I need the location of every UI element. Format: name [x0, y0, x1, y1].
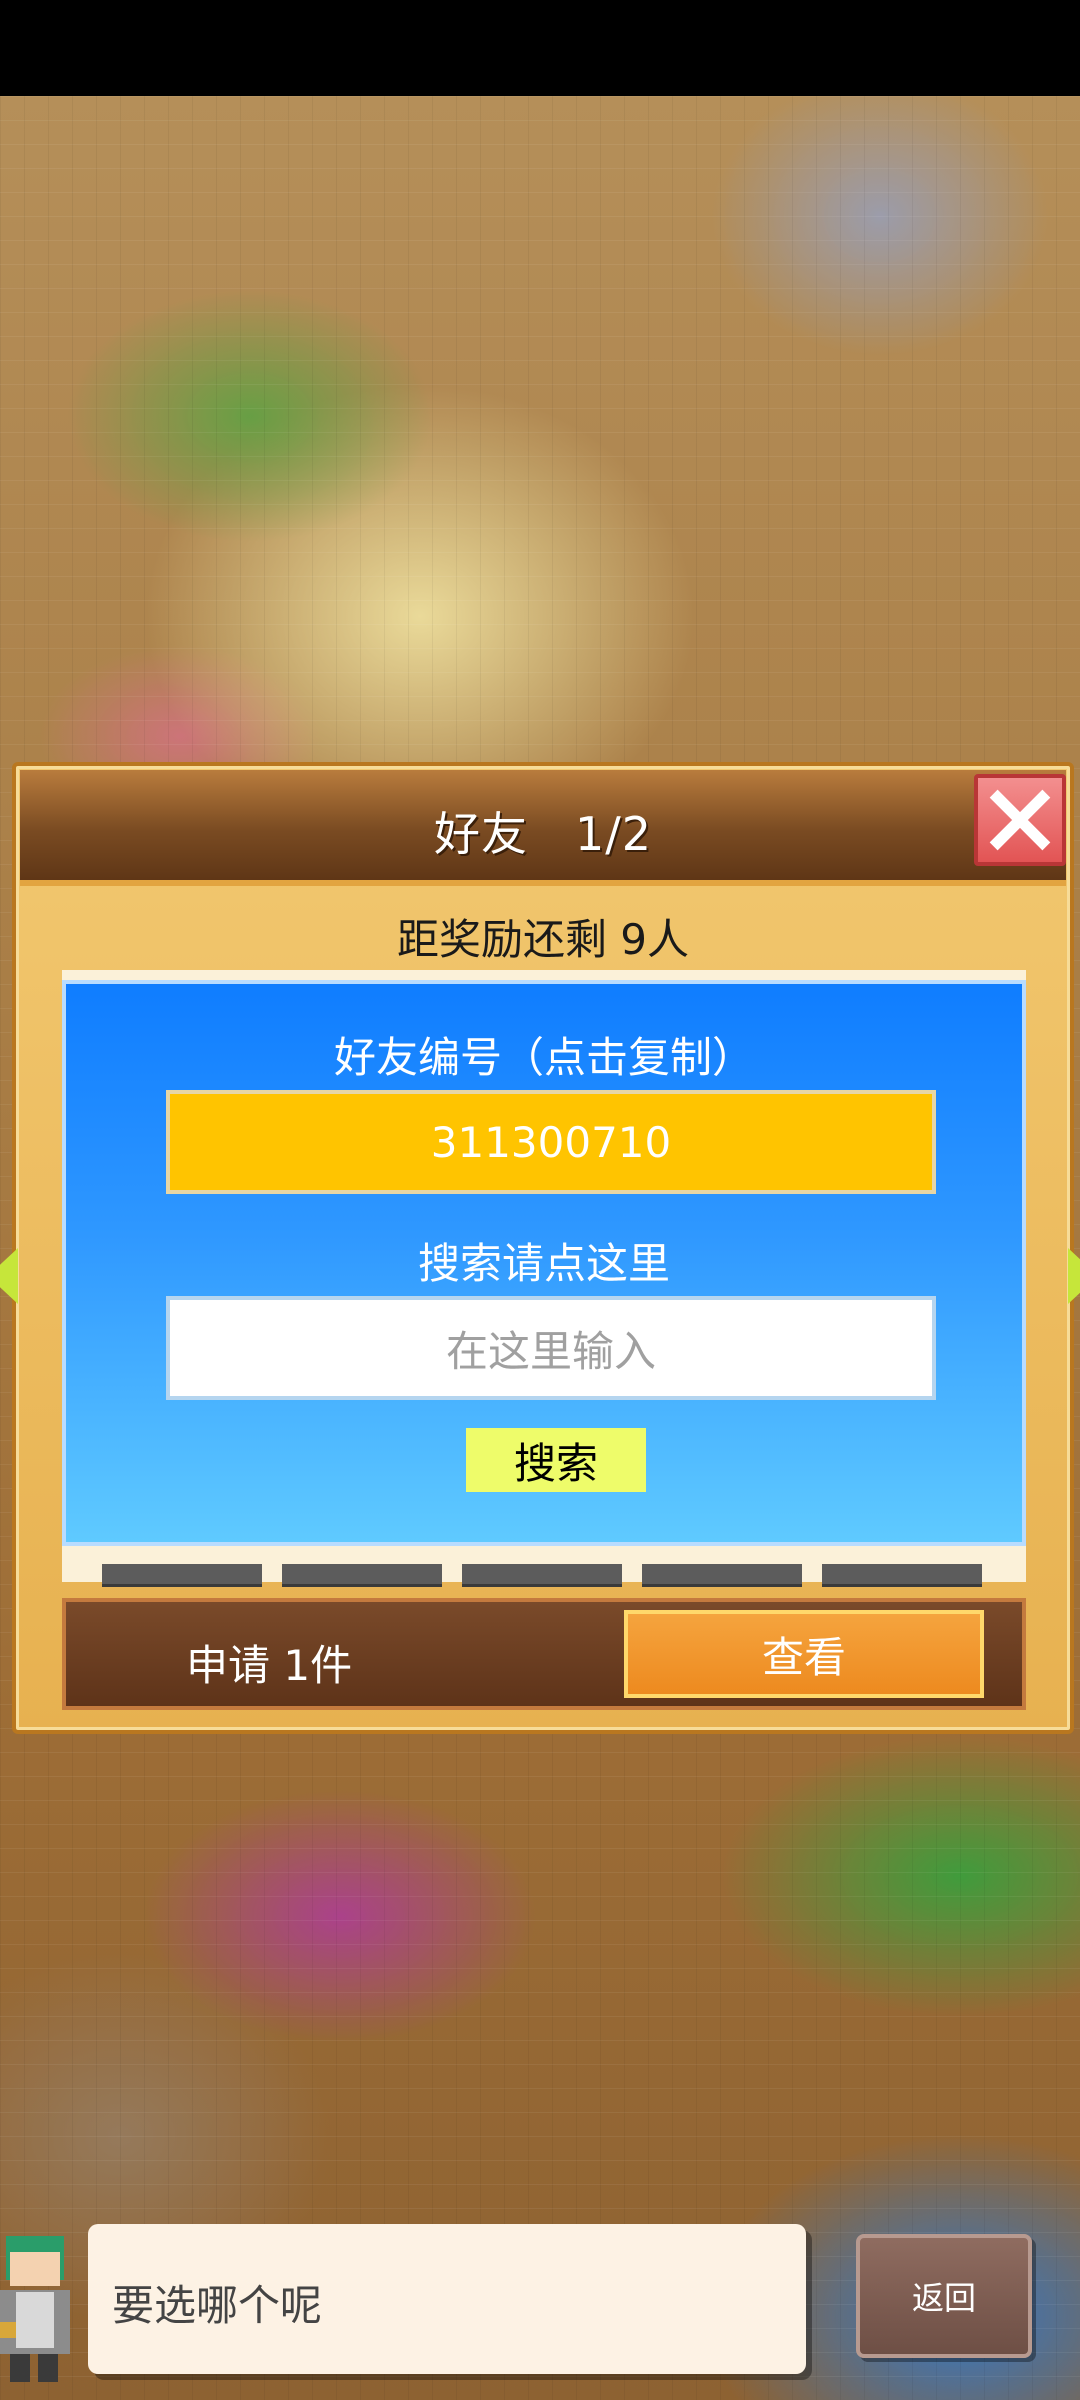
reward-remaining-text: 距奖励还剩 9人	[396, 915, 690, 964]
slot-bar	[282, 1564, 442, 1587]
dialog-header: 好友 1/2	[20, 770, 1066, 886]
search-label: 搜索请点这里	[417, 1239, 670, 1288]
arrow-left-icon[interactable]	[0, 1248, 18, 1304]
slot-bar	[642, 1564, 802, 1587]
friend-id-copy-button[interactable]: 311300710	[166, 1090, 936, 1194]
speech-bubble: 要选哪个呢	[88, 2224, 806, 2374]
status-bar	[0, 0, 1080, 96]
dialog-title: 好友 1/2	[433, 807, 653, 861]
slot-bar	[822, 1564, 982, 1587]
request-count-text: 申请 1件	[186, 1641, 353, 1690]
friend-dialog: 好友 1/2 距奖励还剩 9人 好友编号（点击复制） 311300710 搜索请…	[0, 762, 1080, 1734]
search-input[interactable]: 在这里输入	[166, 1296, 936, 1400]
friend-id-label: 好友编号（点击复制）	[333, 1033, 754, 1082]
character-avatar	[0, 2236, 70, 2382]
friend-search-panel: 好友编号（点击复制） 311300710 搜索请点这里 在这里输入 搜索	[62, 980, 1026, 1546]
slot-bar	[102, 1564, 262, 1587]
close-icon	[989, 789, 1051, 851]
slot-bar	[462, 1564, 622, 1587]
request-bar: 申请 1件 查看	[62, 1598, 1026, 1710]
back-button[interactable]: 返回	[856, 2234, 1032, 2358]
view-requests-button[interactable]: 查看	[624, 1610, 984, 1698]
arrow-right-icon[interactable]	[1068, 1248, 1080, 1304]
speech-text: 要选哪个呢	[112, 2281, 323, 2330]
close-button[interactable]	[974, 774, 1066, 866]
search-button[interactable]: 搜索	[466, 1428, 646, 1492]
